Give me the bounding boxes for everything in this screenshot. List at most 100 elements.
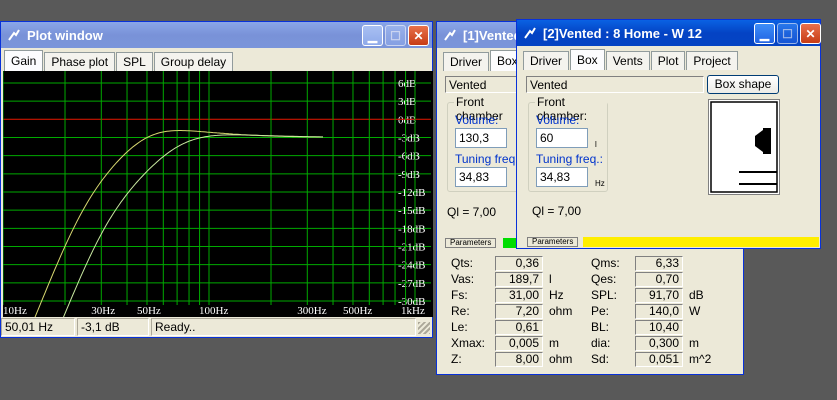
tab-group-delay[interactable]: Group delay	[153, 52, 234, 71]
param-name: Fs:	[451, 288, 468, 302]
param-unit: Hz	[549, 288, 564, 302]
param-value: 0,61	[495, 320, 543, 335]
param-name: Xmax:	[451, 336, 486, 350]
param-value: 31,00	[495, 288, 543, 303]
volume-unit: l	[595, 140, 597, 149]
maximize-button[interactable]: ☐	[385, 25, 406, 46]
plot-area[interactable]: 6dB 3dB 0dB -3dB -6dB -9dB -12dB -15dB -18dB -21d…	[2, 71, 433, 338]
vented2-titlebar[interactable]: [2]Vented : 8 Home - W 12 ▁ ☐ ✕	[517, 20, 821, 46]
param-value: 6,33	[635, 256, 683, 271]
tuning-input[interactable]: 34,83	[455, 167, 507, 187]
param-unit: dB	[689, 288, 704, 302]
parameters-panel: Qts: 0,36 Vas: 189,7 l Fs: 31,00 Hz Re: 7,20 ohm Le…	[439, 250, 741, 372]
tuning-label: Tuning freq.:	[536, 152, 603, 166]
gain-plot[interactable]: 6dB 3dB 0dB -3dB -6dB -9dB -12dB -15dB -18dB -21d…	[2, 71, 433, 338]
tuning-unit: Hz	[595, 179, 605, 188]
parameters-tab[interactable]: Parameters	[445, 238, 497, 248]
param-name: Qms:	[591, 256, 620, 270]
volume-label: Volume:	[455, 113, 499, 127]
param-value: 91,70	[635, 288, 683, 303]
param-value: 0,005	[495, 336, 543, 351]
param-value: 140,0	[635, 304, 683, 319]
window-title: Plot window	[27, 27, 103, 43]
speaker-box-icon	[710, 101, 778, 193]
tab-gain[interactable]: Gain	[4, 50, 44, 71]
y-tick-label: -9dB	[398, 169, 420, 181]
y-tick-label: -24dB	[398, 260, 426, 272]
param-name: BL:	[591, 320, 610, 334]
volume-input[interactable]: 130,3	[455, 128, 507, 148]
y-tick-label: -15dB	[398, 205, 426, 217]
minimize-icon: ▁	[367, 28, 378, 43]
param-name: Z:	[451, 352, 462, 366]
param-value: 0,70	[635, 272, 683, 287]
param-value: 189,7	[495, 272, 543, 287]
tuning-input[interactable]: 34,83	[536, 167, 588, 187]
status-message: Ready..	[151, 318, 416, 336]
y-tick-label: -21dB	[398, 242, 426, 254]
app-icon	[7, 28, 21, 42]
box-type-label: Vented	[445, 76, 525, 93]
tab-plot[interactable]: Plot	[650, 51, 686, 70]
ql-label: Ql = 7,00	[447, 205, 497, 219]
param-unit: l	[549, 272, 552, 286]
y-tick-label: 0dB	[398, 114, 416, 126]
status-bar: 50,01 Hz -3,1 dB Ready..	[1, 318, 432, 337]
param-unit: m^2	[689, 352, 712, 366]
tab-phase-plot[interactable]: Phase plot	[44, 52, 116, 71]
param-value: 10,40	[635, 320, 683, 335]
tab-spl[interactable]: SPL	[116, 52, 153, 71]
status-frequency: 50,01 Hz	[1, 318, 75, 336]
tab-vents[interactable]: Vents	[605, 51, 650, 70]
param-unit: m	[549, 336, 559, 350]
param-unit: ohm	[549, 352, 573, 366]
x-tick-label: 10Hz	[3, 305, 27, 317]
tab-driver[interactable]: Driver	[523, 51, 569, 70]
param-name: Pe:	[591, 304, 610, 318]
y-tick-label: -6dB	[398, 151, 420, 163]
maximize-button[interactable]: ☐	[777, 23, 798, 44]
status-indicator	[583, 237, 819, 247]
y-tick-label: -27dB	[398, 278, 426, 290]
x-tick-label: 500Hz	[343, 305, 372, 317]
parameters-tab[interactable]: Parameters	[527, 237, 579, 247]
param-unit: m	[689, 336, 699, 350]
ql-label: Ql = 7,00	[532, 204, 582, 218]
box-shape-preview	[708, 99, 780, 195]
status-indicator	[503, 238, 517, 248]
window-title: [2]Vented : 8 Home - W 12	[543, 25, 702, 41]
x-tick-label: 30Hz	[91, 305, 115, 317]
minimize-button[interactable]: ▁	[754, 23, 775, 44]
app-icon	[523, 26, 537, 40]
vented-window-2: [2]Vented : 8 Home - W 12 ▁ ☐ ✕ Driver B…	[516, 19, 821, 249]
tuning-label: Tuning freq.:	[455, 152, 522, 166]
window-title: [1]Vented	[463, 27, 522, 43]
close-button[interactable]: ✕	[408, 25, 429, 46]
y-tick-label: -18dB	[398, 223, 426, 235]
maximize-icon: ☐	[390, 28, 401, 43]
vented2-tabs: Driver Box Vents Plot Project	[523, 49, 739, 70]
param-value: 0,300	[635, 336, 683, 351]
y-tick-label: -3dB	[398, 133, 420, 145]
param-name: Qts:	[451, 256, 474, 270]
resize-grip-icon[interactable]	[418, 322, 430, 334]
param-name: Sd:	[591, 352, 610, 366]
vented1-tabs: Driver Box	[443, 50, 526, 71]
plot-window-titlebar[interactable]: Plot window ▁ ☐ ✕	[1, 22, 432, 48]
param-name: Re:	[451, 304, 470, 318]
param-value: 0,36	[495, 256, 543, 271]
plot-tabs: Gain Phase plot SPL Group delay	[4, 50, 234, 71]
box-shape-button[interactable]: Box shape	[707, 75, 779, 94]
close-icon: ✕	[805, 26, 816, 41]
y-tick-label: 3dB	[398, 96, 416, 108]
param-value: 8,00	[495, 352, 543, 367]
tab-driver[interactable]: Driver	[443, 52, 489, 71]
x-tick-label: 1kHz	[401, 305, 425, 317]
minimize-button[interactable]: ▁	[362, 25, 383, 46]
param-unit: ohm	[549, 304, 573, 318]
maximize-icon: ☐	[782, 26, 793, 41]
volume-input[interactable]: 60	[536, 128, 588, 148]
tab-project[interactable]: Project	[686, 51, 738, 70]
tab-box[interactable]: Box	[570, 49, 605, 70]
close-button[interactable]: ✕	[800, 23, 821, 44]
